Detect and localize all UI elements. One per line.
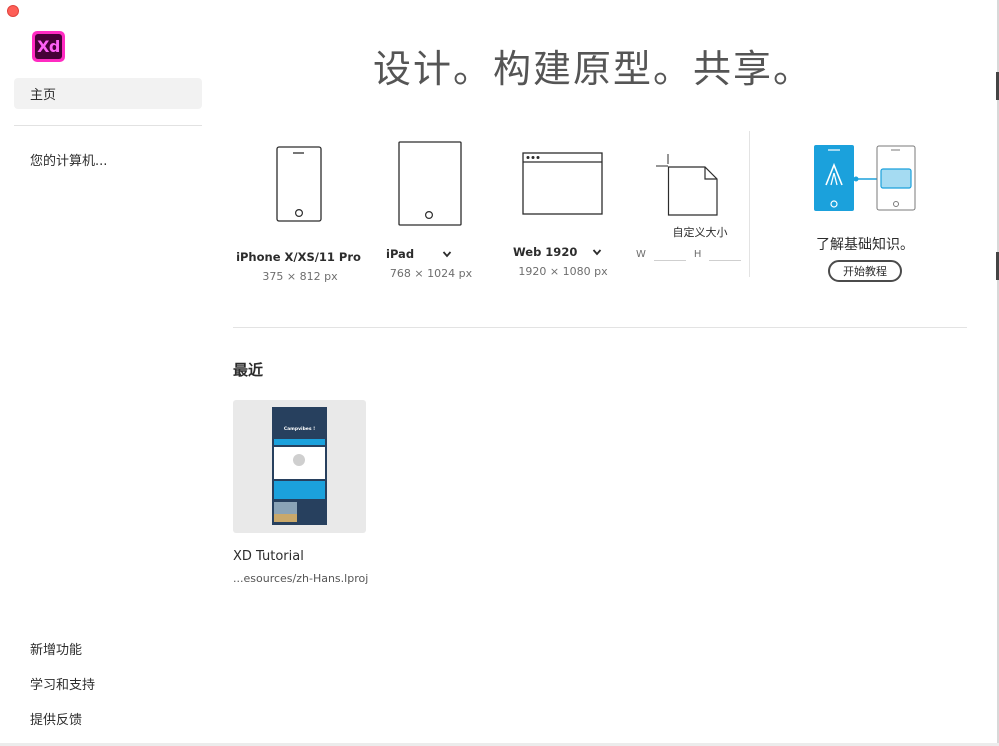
- custom-size-icon: [656, 154, 718, 216]
- xd-logo-text: Xd: [35, 34, 62, 59]
- ipad-icon: [398, 141, 462, 226]
- section-divider: [749, 131, 750, 277]
- preset-web-label: Web 1920: [513, 245, 578, 259]
- learn-basics-title: 了解基础知识。: [816, 237, 914, 253]
- chevron-down-icon[interactable]: [442, 249, 452, 259]
- sidebar-item-home-label: 主页: [30, 88, 57, 103]
- preset-ipad-name[interactable]: iPad: [386, 247, 476, 261]
- preset-iphone-name[interactable]: iPhone X/XS/11 Pro: [236, 250, 362, 264]
- browser-icon: [522, 152, 603, 215]
- xd-logo: Xd: [32, 31, 65, 62]
- main-divider: [233, 327, 967, 328]
- preset-web[interactable]: Web 1920 1920 × 1080 px: [513, 130, 613, 278]
- preset-ipad-size: 768 × 1024 px: [389, 267, 473, 280]
- page-title: 设计。构建原型。共享。: [372, 47, 813, 91]
- sidebar-item-whats-new[interactable]: 新增功能: [30, 639, 82, 658]
- custom-size-label: 自定义大小: [672, 226, 728, 239]
- preset-iphone-size: 375 × 812 px: [262, 270, 338, 283]
- recent-heading: 最近: [233, 361, 264, 379]
- sidebar-item-learn-support[interactable]: 学习和支持: [30, 674, 95, 693]
- file-preview-title: Campvibes !: [283, 427, 316, 432]
- chevron-down-icon[interactable]: [592, 247, 602, 257]
- height-label: H: [693, 249, 702, 260]
- sidebar-divider: [14, 125, 202, 126]
- height-input[interactable]: [709, 248, 742, 261]
- preset-ipad[interactable]: iPad 768 × 1024 px: [386, 130, 476, 280]
- tutorial-illustration-icon: [814, 145, 916, 211]
- width-label: W: [636, 249, 646, 260]
- custom-size-fields: W H: [636, 248, 746, 261]
- recent-file-thumbnail[interactable]: Campvibes !: [233, 400, 366, 533]
- window-close-button[interactable]: [7, 5, 19, 17]
- width-input[interactable]: [653, 248, 686, 261]
- preset-custom: 自定义大小 W H: [634, 130, 746, 261]
- sidebar-item-your-computer[interactable]: 您的计算机...: [30, 150, 107, 169]
- recent-file-path: ...esources/zh-Hans.lproj: [233, 572, 369, 585]
- iphone-icon: [276, 146, 322, 222]
- preset-web-name[interactable]: Web 1920: [513, 245, 613, 259]
- start-tutorial-button[interactable]: 开始教程: [828, 260, 902, 282]
- sidebar-item-feedback[interactable]: 提供反馈: [30, 709, 82, 728]
- sidebar-item-home[interactable]: 主页: [14, 78, 202, 109]
- file-preview-image: [272, 407, 327, 525]
- preset-web-size: 1920 × 1080 px: [518, 265, 608, 278]
- preset-ipad-label: iPad: [386, 247, 415, 261]
- recent-file-name[interactable]: XD Tutorial: [233, 549, 304, 564]
- preset-iphone-label: iPhone X/XS/11 Pro: [236, 250, 361, 264]
- preset-iphone[interactable]: iPhone X/XS/11 Pro 375 × 812 px: [236, 130, 362, 283]
